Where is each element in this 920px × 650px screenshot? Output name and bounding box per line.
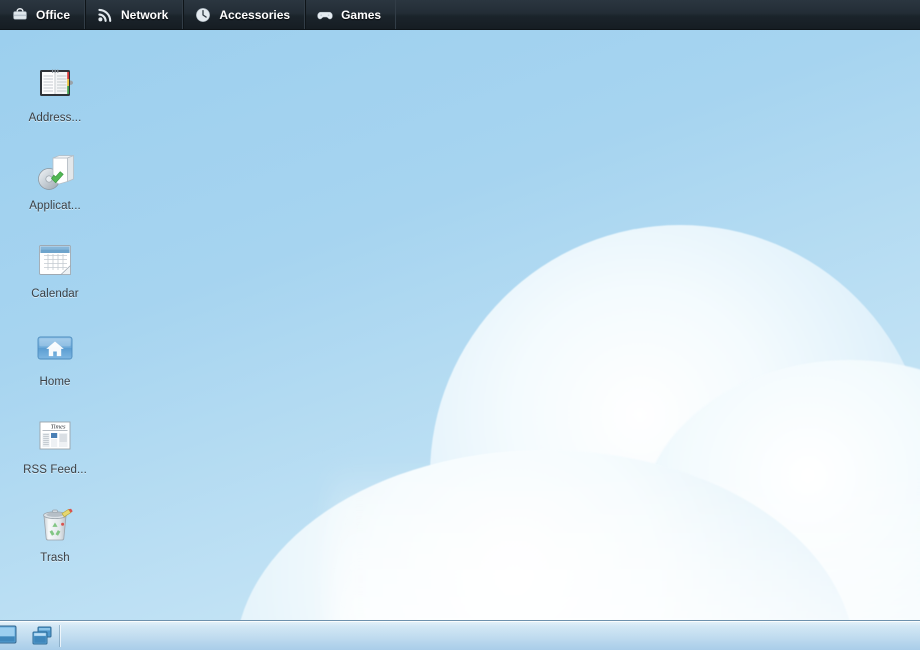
menu-item-label: Games bbox=[341, 8, 381, 22]
desktop-icon-label: Home bbox=[39, 376, 70, 388]
desktop-icon-label: Trash bbox=[40, 552, 69, 564]
calendar-icon bbox=[31, 236, 79, 284]
signal-waves-icon bbox=[96, 6, 114, 24]
desktop-icon-calendar[interactable]: Calendar bbox=[11, 236, 99, 300]
desktop-screen: Office Network Accessories bbox=[0, 0, 920, 650]
address-book-icon bbox=[31, 60, 79, 108]
menu-item-label: Network bbox=[121, 8, 168, 22]
application-installer-icon bbox=[31, 148, 79, 196]
taskbar-window-list[interactable] bbox=[60, 621, 920, 650]
newspaper-masthead-text: Times bbox=[51, 423, 66, 430]
clock-icon bbox=[194, 6, 212, 24]
desktop-icon-label: Calendar bbox=[31, 288, 78, 300]
desktop-icon-application-installer[interactable]: Applicat... bbox=[11, 148, 99, 212]
menu-item-accessories[interactable]: Accessories bbox=[183, 0, 305, 29]
desktop-icon-trash[interactable]: Trash bbox=[11, 500, 99, 564]
desktop-icon-label: Address... bbox=[29, 112, 82, 124]
desktop-icon-address-book[interactable]: Address... bbox=[11, 60, 99, 124]
desktop-icon-label: Applicat... bbox=[29, 200, 81, 212]
desktop-icon-home[interactable]: Home bbox=[11, 324, 99, 388]
trash-bin-icon bbox=[31, 500, 79, 548]
newspaper-icon: Times bbox=[31, 412, 79, 460]
window-stack-icon[interactable] bbox=[28, 623, 56, 649]
gamepad-icon bbox=[316, 6, 334, 24]
menu-item-network[interactable]: Network bbox=[85, 0, 183, 29]
menu-item-label: Accessories bbox=[219, 8, 290, 22]
desktop-icon-rss-feed[interactable]: Times RSS Feed... bbox=[11, 412, 99, 476]
briefcase-icon bbox=[11, 6, 29, 24]
menu-item-games[interactable]: Games bbox=[305, 0, 396, 29]
menu-item-label: Office bbox=[36, 8, 70, 22]
monitor-icon[interactable] bbox=[0, 623, 26, 649]
bottom-taskbar bbox=[0, 620, 920, 650]
desktop-icon-label: RSS Feed... bbox=[23, 464, 87, 476]
cloud-haze bbox=[330, 460, 920, 620]
desktop-wallpaper[interactable] bbox=[0, 30, 920, 620]
menu-item-office[interactable]: Office bbox=[0, 0, 85, 29]
top-menubar: Office Network Accessories bbox=[0, 0, 920, 30]
home-folder-icon bbox=[31, 324, 79, 372]
